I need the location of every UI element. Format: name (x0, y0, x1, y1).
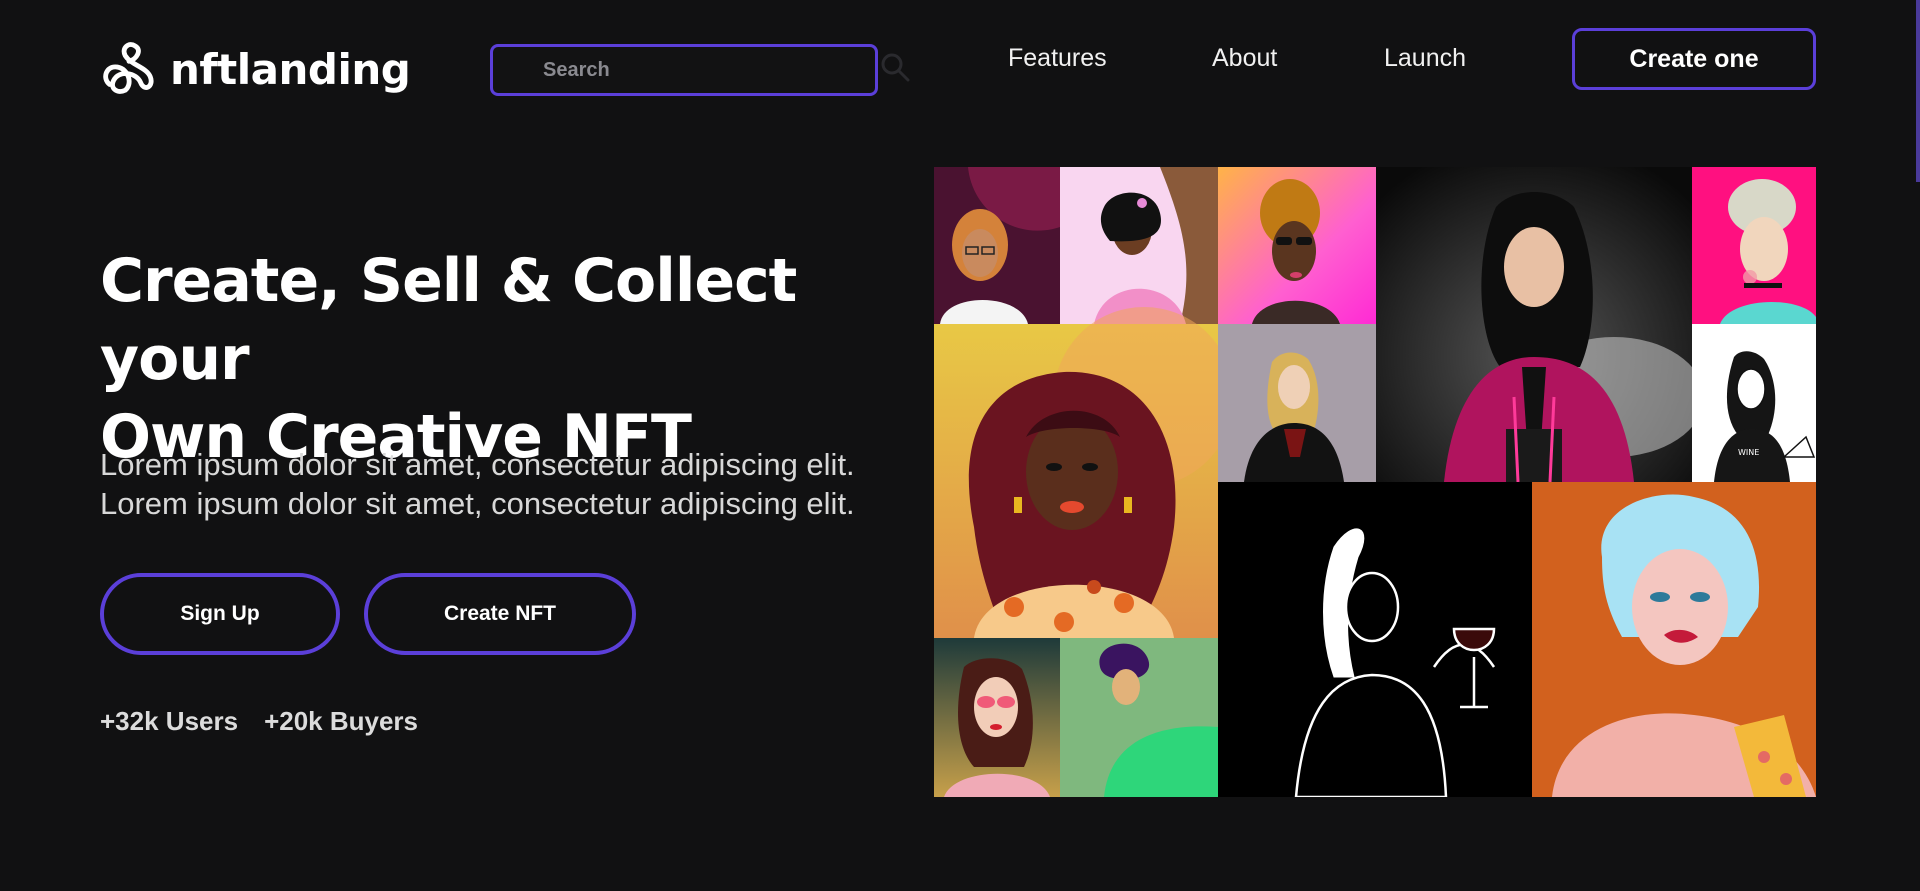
nft-tile-5[interactable] (1692, 167, 1816, 324)
logo-icon (103, 42, 154, 94)
create-one-button[interactable]: Create one (1572, 28, 1816, 90)
hero-title-line-1: Create, Sell & Collect your (100, 246, 797, 394)
scrollbar-thumb[interactable] (1916, 0, 1920, 182)
nft-tile-8[interactable]: WINE (1692, 324, 1816, 482)
nft-tile-12[interactable] (1532, 482, 1816, 797)
hero-title: Create, Sell & Collect your Own Creative… (100, 242, 940, 476)
hero-description-line-2: Lorem ipsum dolor sit amet, consectetur … (100, 486, 855, 521)
nft-tile-10[interactable] (1060, 638, 1218, 797)
stat-buyers: +20k Buyers (264, 706, 419, 736)
nft-tile-11[interactable] (1218, 482, 1532, 799)
nft-tile-7[interactable] (1218, 324, 1376, 482)
hero-description: Lorem ipsum dolor sit amet, consectetur … (100, 445, 960, 523)
create-nft-button[interactable]: Create NFT (364, 573, 636, 655)
nft-tile-4[interactable] (1376, 167, 1704, 483)
sign-up-button[interactable]: Sign Up (100, 573, 340, 655)
logo-text: nftlanding (170, 44, 411, 94)
nft-gallery: WINE (934, 167, 1816, 799)
stats: +32k Users +20k Buyers (100, 706, 418, 737)
nft-tile-9[interactable] (934, 638, 1060, 797)
hero-description-line-1: Lorem ipsum dolor sit amet, consectetur … (100, 447, 855, 482)
stat-users: +32k Users (100, 706, 239, 736)
nav-features[interactable]: Features (1008, 44, 1107, 74)
nft-gallery-art: WINE (934, 167, 1816, 799)
search-input[interactable] (493, 47, 875, 93)
nft-tile-1[interactable] (934, 167, 1060, 324)
search-box[interactable] (490, 44, 878, 96)
logo[interactable]: nftlanding (100, 40, 411, 98)
nav-about[interactable]: About (1212, 44, 1277, 74)
nft-tile-6[interactable] (934, 307, 1234, 638)
search-icon[interactable] (880, 52, 910, 82)
nft-tile-3[interactable] (1218, 167, 1376, 324)
nft-tile-2[interactable] (1060, 167, 1218, 324)
nav-launch[interactable]: Launch (1384, 44, 1466, 74)
svg-text:WINE: WINE (1738, 448, 1759, 457)
